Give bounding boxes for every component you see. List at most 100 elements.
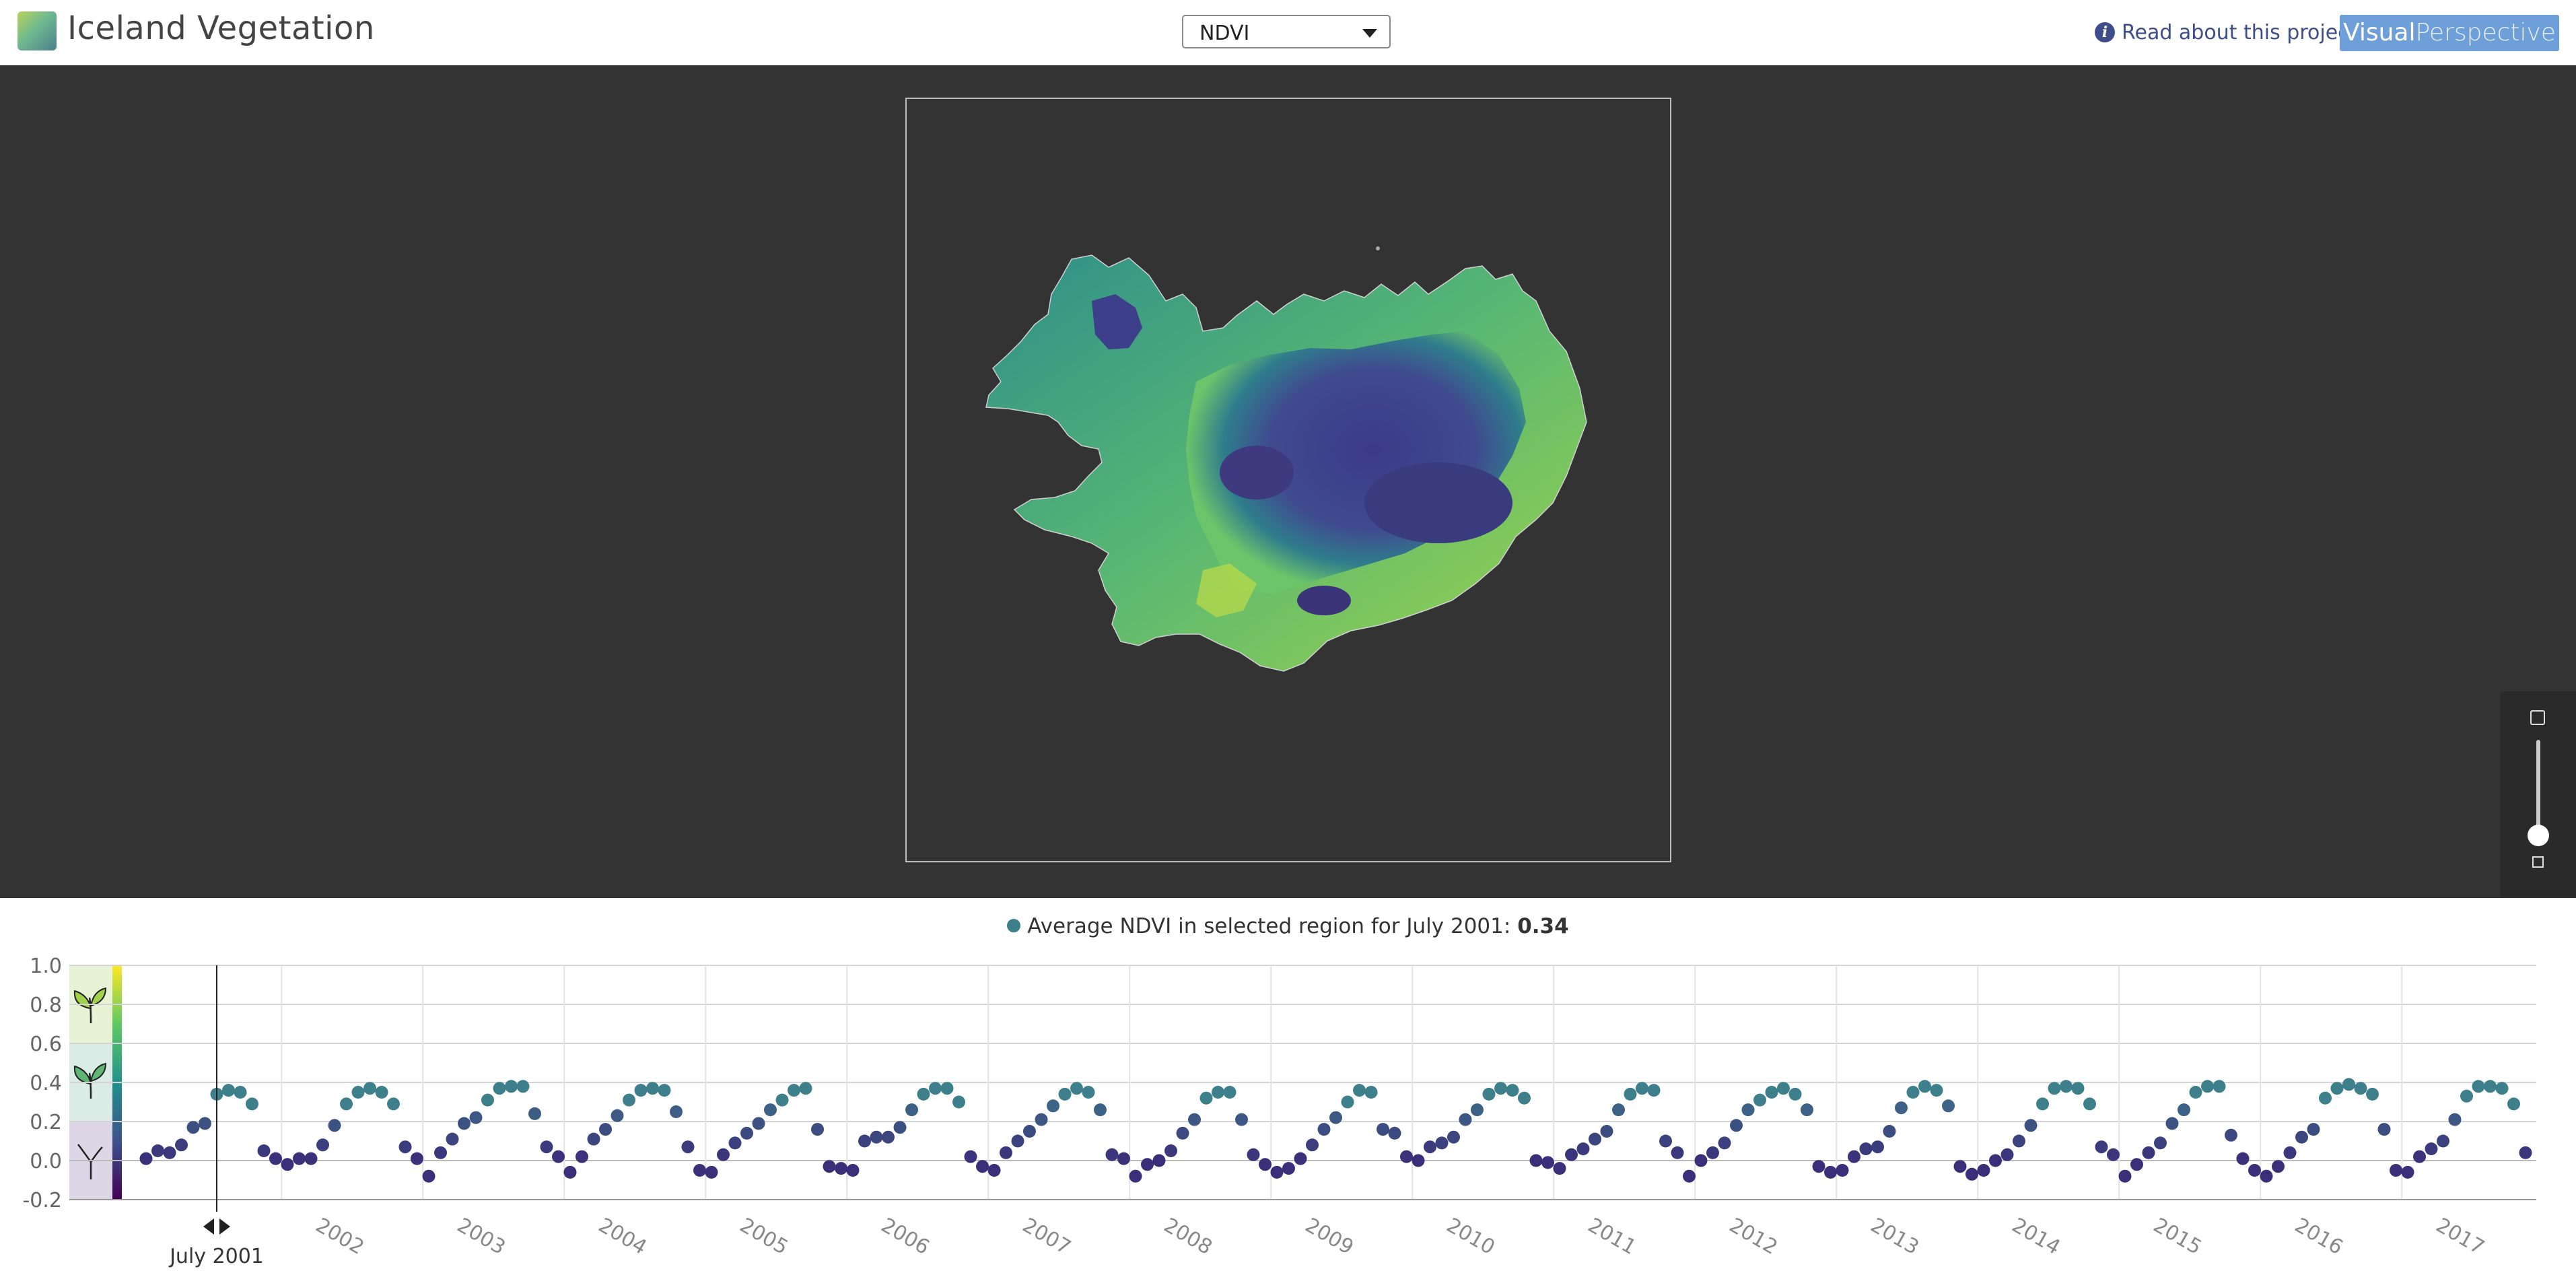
data-point-2007-1[interactable] (987, 1164, 1001, 1177)
data-point-2011-8[interactable] (1636, 1082, 1648, 1095)
data-point-2012-6[interactable] (1753, 1093, 1766, 1107)
data-point-2017-1[interactable] (2401, 1165, 2414, 1179)
data-point-2014-2[interactable] (1989, 1154, 2002, 1167)
data-point-2012-11[interactable] (1812, 1160, 1825, 1173)
data-point-2015-10[interactable] (2225, 1128, 2237, 1142)
data-point-2005-8[interactable] (788, 1084, 800, 1097)
data-point-2003-10[interactable] (528, 1107, 541, 1120)
data-point-2010-10[interactable] (1518, 1091, 1531, 1105)
data-point-2001-2[interactable] (151, 1144, 164, 1157)
data-point-2010-9[interactable] (1506, 1084, 1519, 1097)
data-point-2016-11[interactable] (2377, 1123, 2391, 1136)
data-point-2004-12[interactable] (693, 1164, 706, 1177)
data-point-2014-4[interactable] (2013, 1134, 2025, 1148)
data-point-2011-1[interactable] (1553, 1162, 1566, 1175)
data-point-2009-10[interactable] (1377, 1123, 1389, 1136)
layer-select[interactable]: NDVI (1182, 15, 1391, 48)
data-point-2003-2[interactable] (434, 1146, 447, 1159)
data-point-2007-9[interactable] (1082, 1086, 1095, 1099)
data-point-2013-1[interactable] (1836, 1164, 1849, 1177)
data-point-2011-10[interactable] (1659, 1134, 1672, 1148)
iceland-ndvi-map[interactable] (907, 99, 1670, 861)
data-point-2008-7[interactable] (1199, 1091, 1213, 1105)
data-point-2014-12[interactable] (2107, 1148, 2120, 1161)
data-point-2017-5[interactable] (2448, 1113, 2462, 1126)
data-point-2015-12[interactable] (2248, 1164, 2261, 1177)
data-point-2013-11[interactable] (1953, 1160, 1967, 1173)
data-point-2006-8[interactable] (929, 1082, 942, 1095)
data-point-2015-9[interactable] (2213, 1080, 2226, 1093)
data-point-2013-10[interactable] (1942, 1099, 1955, 1113)
data-point-2010-2[interactable] (1424, 1140, 1436, 1154)
data-point-2008-10[interactable] (1235, 1113, 1248, 1126)
data-point-2003-1[interactable] (422, 1169, 436, 1183)
data-point-2003-5[interactable] (469, 1111, 483, 1124)
data-point-2002-12[interactable] (411, 1152, 423, 1165)
data-point-2004-6[interactable] (623, 1093, 635, 1107)
data-point-2008-3[interactable] (1152, 1154, 1166, 1167)
data-point-2012-4[interactable] (1730, 1119, 1743, 1132)
data-point-2016-4[interactable] (2295, 1130, 2308, 1144)
data-point-2015-4[interactable] (2154, 1136, 2167, 1150)
data-point-2017-3[interactable] (2425, 1142, 2438, 1156)
data-point-2010-1[interactable] (1412, 1154, 1425, 1167)
data-point-2003-6[interactable] (481, 1093, 494, 1107)
data-point-2011-6[interactable] (1612, 1103, 1625, 1117)
data-point-2015-2[interactable] (2130, 1158, 2143, 1171)
data-point-2016-5[interactable] (2307, 1123, 2320, 1136)
data-point-2016-3[interactable] (2283, 1146, 2297, 1159)
data-point-2001-5[interactable] (186, 1121, 200, 1134)
data-point-2002-3[interactable] (304, 1152, 318, 1165)
data-point-2006-6[interactable] (905, 1103, 918, 1117)
data-point-2016-6[interactable] (2319, 1091, 2332, 1105)
data-point-2011-4[interactable] (1589, 1132, 1601, 1146)
data-point-2008-8[interactable] (1212, 1086, 1224, 1099)
data-point-2007-5[interactable] (1035, 1113, 1048, 1126)
data-point-2016-12[interactable] (2390, 1164, 2402, 1177)
map-viewer[interactable] (0, 65, 2576, 898)
data-point-2009-11[interactable] (1388, 1126, 1401, 1140)
data-point-2001-3[interactable] (163, 1146, 176, 1159)
data-point-2006-10[interactable] (952, 1095, 965, 1109)
data-point-2007-2[interactable] (1000, 1146, 1012, 1159)
data-point-2004-7[interactable] (634, 1084, 648, 1097)
data-point-2005-4[interactable] (740, 1126, 753, 1140)
data-point-2004-8[interactable] (646, 1082, 659, 1095)
data-point-2002-2[interactable] (293, 1152, 306, 1165)
data-point-2009-2[interactable] (1282, 1162, 1295, 1175)
data-point-2008-6[interactable] (1188, 1113, 1201, 1126)
data-point-2017-8[interactable] (2484, 1080, 2497, 1093)
data-point-2008-4[interactable] (1164, 1144, 1177, 1157)
data-point-2013-5[interactable] (1883, 1125, 1896, 1138)
data-point-2009-3[interactable] (1294, 1152, 1307, 1165)
data-point-2002-4[interactable] (316, 1138, 329, 1152)
data-point-2002-1[interactable] (281, 1158, 294, 1171)
data-point-2007-8[interactable] (1070, 1082, 1083, 1095)
zoom-out-button[interactable] (2532, 856, 2544, 868)
data-point-2009-9[interactable] (1364, 1086, 1378, 1099)
data-point-2003-8[interactable] (505, 1080, 518, 1093)
data-point-2014-9[interactable] (2071, 1082, 2085, 1095)
data-point-2002-10[interactable] (387, 1097, 400, 1111)
data-point-2004-2[interactable] (576, 1150, 588, 1163)
data-point-2006-2[interactable] (858, 1134, 871, 1148)
data-point-2009-1[interactable] (1270, 1165, 1284, 1179)
data-point-2016-9[interactable] (2354, 1082, 2367, 1095)
data-point-2008-2[interactable] (1141, 1158, 1154, 1171)
data-point-2012-1[interactable] (1694, 1154, 1708, 1167)
data-point-2005-6[interactable] (764, 1103, 777, 1117)
data-point-2017-7[interactable] (2472, 1080, 2485, 1093)
data-point-2014-6[interactable] (2036, 1097, 2049, 1111)
data-point-2014-11[interactable] (2095, 1140, 2108, 1154)
data-point-2015-7[interactable] (2189, 1086, 2202, 1099)
data-point-2012-9[interactable] (1788, 1087, 1802, 1101)
data-point-2012-2[interactable] (1706, 1146, 1719, 1159)
data-point-2001-9[interactable] (234, 1086, 247, 1099)
data-point-2013-2[interactable] (1848, 1150, 1860, 1163)
data-point-2016-8[interactable] (2342, 1078, 2355, 1091)
data-point-2001-6[interactable] (199, 1117, 211, 1130)
data-point-2011-5[interactable] (1600, 1125, 1613, 1138)
data-point-2014-1[interactable] (1977, 1164, 1990, 1177)
data-point-2004-4[interactable] (599, 1123, 612, 1136)
data-point-2003-4[interactable] (458, 1117, 471, 1130)
